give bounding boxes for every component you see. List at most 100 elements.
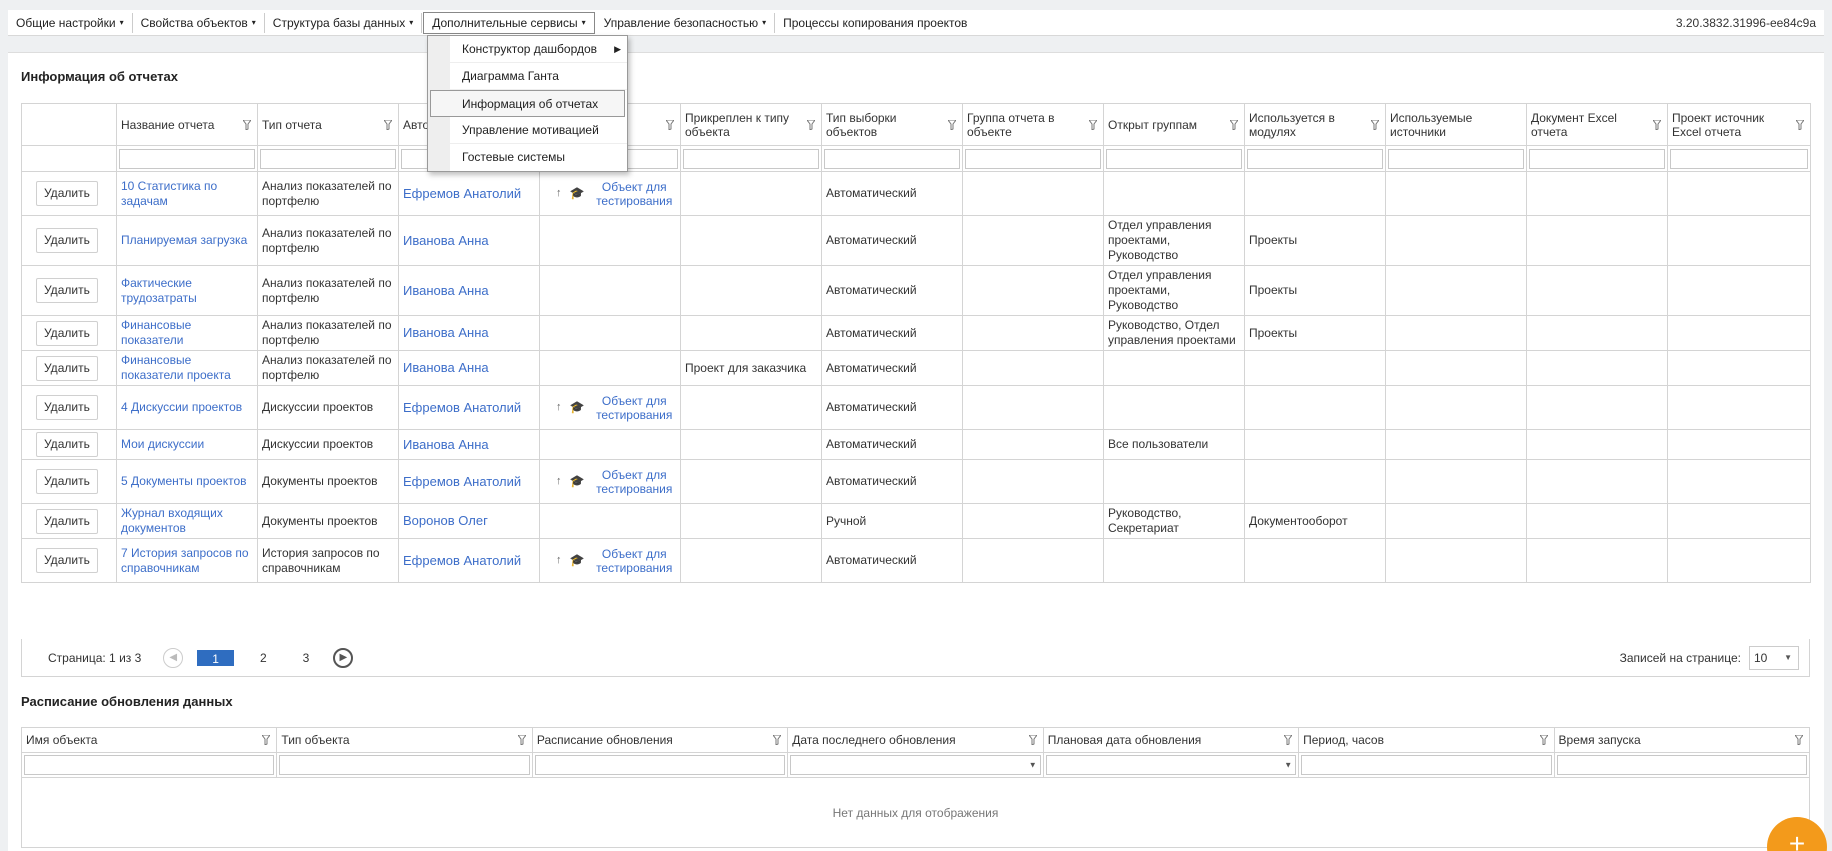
dropdown-item-2[interactable]: Информация об отчетах: [430, 90, 625, 117]
chevron-down-icon[interactable]: ▼: [1284, 761, 1292, 770]
arrow-up-icon[interactable]: ↑: [556, 553, 562, 568]
chevron-down-icon[interactable]: ▼: [1029, 761, 1037, 770]
delete-button[interactable]: Удалить: [36, 228, 98, 253]
author-link[interactable]: Ефремов Анатолий: [403, 474, 521, 489]
column-header-6[interactable]: Тип выборки объектов: [821, 103, 963, 146]
test-object-link[interactable]: Объект для тестирования: [592, 394, 676, 422]
delete-button[interactable]: Удалить: [36, 508, 98, 534]
report-name-link[interactable]: 4 Дискуссии проектов: [121, 400, 242, 414]
column-filter-input[interactable]: [1247, 148, 1383, 169]
delete-button[interactable]: Удалить: [36, 548, 98, 573]
report-name-link[interactable]: 5 Документы проектов: [121, 474, 247, 488]
column-filter-input[interactable]: [965, 148, 1101, 169]
schedule-header-2[interactable]: Расписание обновления: [531, 727, 789, 753]
filter-icon[interactable]: [1089, 119, 1097, 130]
filter-icon[interactable]: [1284, 735, 1293, 745]
dropdown-item-1[interactable]: Диаграмма Ганта: [428, 63, 627, 90]
column-filter-input[interactable]: [1388, 148, 1524, 169]
report-name-link[interactable]: Финансовые показатели проекта: [121, 353, 231, 382]
arrow-up-icon[interactable]: ↑: [556, 400, 562, 415]
schedule-filter-input[interactable]: [1045, 755, 1297, 775]
author-link[interactable]: Иванова Анна: [403, 360, 489, 375]
schedule-header-5[interactable]: Период, часов: [1298, 727, 1555, 753]
column-header-0[interactable]: [21, 103, 117, 146]
author-link[interactable]: Ефремов Анатолий: [403, 186, 521, 201]
dropdown-item-3[interactable]: Управление мотивацией: [428, 117, 627, 144]
filter-icon[interactable]: [1371, 119, 1379, 130]
author-link[interactable]: Иванова Анна: [403, 437, 489, 452]
schedule-filter-input[interactable]: [1301, 755, 1552, 775]
delete-button[interactable]: Удалить: [36, 181, 98, 206]
filter-icon[interactable]: [773, 735, 782, 745]
report-name-link[interactable]: 7 История запросов по справочникам: [121, 546, 249, 575]
filter-icon[interactable]: [1795, 735, 1803, 745]
filter-icon[interactable]: [666, 119, 674, 130]
schedule-header-6[interactable]: Время запуска: [1553, 727, 1811, 753]
schedule-header-0[interactable]: Имя объекта: [20, 727, 278, 753]
schedule-filter-input[interactable]: [279, 755, 530, 775]
column-filter-input[interactable]: [119, 148, 255, 169]
filter-icon[interactable]: [1539, 735, 1548, 745]
schedule-header-1[interactable]: Тип объекта: [276, 727, 533, 753]
column-header-7[interactable]: Группа отчета в объекте: [962, 103, 1104, 146]
author-link[interactable]: Воронов Олег: [403, 513, 488, 528]
column-header-10[interactable]: Используемые источники: [1385, 103, 1527, 146]
column-header-11[interactable]: Документ Excel отчета: [1526, 103, 1668, 146]
next-page-button[interactable]: ▶: [333, 647, 354, 668]
filter-icon[interactable]: [1230, 119, 1238, 130]
filter-icon[interactable]: [262, 735, 271, 745]
report-name-link[interactable]: 10 Статистика по задачам: [121, 179, 217, 208]
column-header-1[interactable]: Название отчета: [116, 103, 258, 146]
filter-icon[interactable]: [948, 119, 956, 130]
dropdown-item-0[interactable]: Конструктор дашбордов ▶: [428, 36, 627, 63]
author-link[interactable]: Ефремов Анатолий: [403, 553, 521, 568]
menu-item-1[interactable]: Свойства объектов ▾: [133, 12, 265, 33]
page-number[interactable]: 2: [250, 650, 277, 666]
author-link[interactable]: Иванова Анна: [403, 325, 489, 340]
schedule-filter-input[interactable]: [1556, 755, 1807, 775]
report-name-link[interactable]: Финансовые показатели: [121, 318, 191, 347]
column-header-12[interactable]: Проект источник Excel отчета: [1667, 103, 1811, 146]
delete-button[interactable]: Удалить: [36, 469, 98, 494]
page-number[interactable]: 3: [293, 650, 320, 666]
test-object-link[interactable]: Объект для тестирования: [592, 180, 676, 208]
menu-item-4[interactable]: Управление безопасностью ▾: [596, 12, 776, 33]
filter-icon[interactable]: [384, 119, 392, 130]
author-link[interactable]: Иванова Анна: [403, 233, 489, 248]
column-header-9[interactable]: Используется в модулях: [1244, 103, 1386, 146]
column-header-2[interactable]: Тип отчета: [257, 103, 399, 146]
column-header-5[interactable]: Прикреплен к типу объекта: [680, 103, 822, 146]
report-name-link[interactable]: Фактические трудозатраты: [121, 276, 197, 305]
schedule-header-4[interactable]: Плановая дата обновления: [1042, 727, 1300, 753]
column-filter-input[interactable]: [1106, 148, 1242, 169]
column-header-8[interactable]: Открыт группам: [1103, 103, 1245, 146]
column-filter-input[interactable]: [824, 148, 960, 169]
author-link[interactable]: Ефремов Анатолий: [403, 400, 521, 415]
dropdown-item-4[interactable]: Гостевые системы: [428, 144, 627, 171]
filter-icon[interactable]: [1653, 119, 1661, 130]
report-name-link[interactable]: Планируемая загрузка: [121, 233, 247, 247]
schedule-filter-input[interactable]: [790, 755, 1041, 775]
menu-item-2[interactable]: Структура базы данных ▾: [265, 12, 423, 33]
test-object-link[interactable]: Объект для тестирования: [592, 468, 676, 496]
schedule-filter-input[interactable]: [24, 755, 275, 775]
author-link[interactable]: Иванова Анна: [403, 283, 489, 298]
menu-item-0[interactable]: Общие настройки ▾: [8, 12, 133, 33]
delete-button[interactable]: Удалить: [36, 355, 98, 381]
delete-button[interactable]: Удалить: [36, 432, 98, 457]
schedule-filter-input[interactable]: [534, 755, 786, 775]
column-filter-input[interactable]: [260, 148, 396, 169]
column-filter-input[interactable]: [1670, 148, 1808, 169]
delete-button[interactable]: Удалить: [36, 395, 98, 420]
report-name-link[interactable]: Журнал входящих документов: [121, 506, 223, 535]
arrow-up-icon[interactable]: ↑: [556, 474, 562, 489]
per-page-select[interactable]: 10 ▼: [1749, 645, 1799, 670]
filter-icon[interactable]: [807, 119, 815, 130]
schedule-header-3[interactable]: Дата последнего обновления: [787, 727, 1044, 753]
menu-item-3[interactable]: Дополнительные сервисы ▾: [423, 11, 595, 34]
filter-icon[interactable]: [243, 119, 251, 130]
menu-item-5[interactable]: Процессы копирования проектов: [775, 13, 975, 33]
column-filter-input[interactable]: [683, 148, 819, 169]
filter-icon[interactable]: [1796, 119, 1804, 130]
column-filter-input[interactable]: [1529, 148, 1665, 169]
